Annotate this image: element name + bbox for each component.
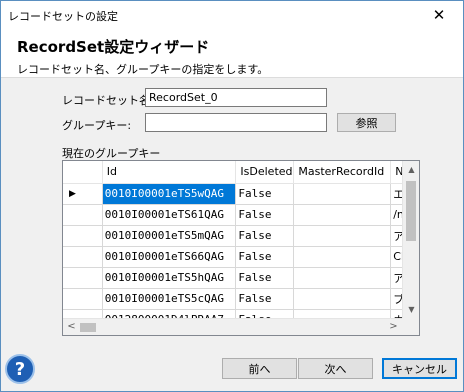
row-selector[interactable] — [63, 267, 103, 289]
row-selector[interactable] — [63, 204, 103, 226]
cell-isdeleted[interactable]: False — [235, 204, 295, 226]
scroll-down-icon[interactable]: ▼ — [403, 301, 419, 318]
table-row[interactable]: 0010I00001eTS5mQAG False ア — [63, 225, 419, 247]
group-key-grid[interactable]: Id IsDeleted MasterRecordId Na ▶ 0010I00… — [62, 160, 420, 336]
cell-isdeleted[interactable]: False — [235, 225, 295, 247]
horizontal-scrollbar[interactable]: < > — [63, 318, 419, 335]
cell-id[interactable]: 0010I00001eTS5hQAG — [102, 267, 237, 289]
column-header-id[interactable]: Id — [102, 161, 237, 184]
grid-header-row: Id IsDeleted MasterRecordId Na — [63, 161, 419, 184]
row-selector-icon[interactable]: ▶ — [63, 183, 103, 205]
recordset-name-label: レコードセット名: — [62, 94, 154, 107]
cell-isdeleted[interactable]: False — [235, 246, 295, 268]
cell-isdeleted[interactable]: False — [235, 183, 295, 205]
row-selector[interactable] — [63, 288, 103, 310]
cell-masterrecordid[interactable] — [293, 246, 392, 268]
browse-button[interactable]: 参照 — [337, 113, 396, 132]
group-key-input[interactable] — [145, 113, 327, 132]
title-bar: レコードセットの設定 ✕ — [1, 1, 463, 29]
row-header-corner — [63, 161, 103, 184]
table-row[interactable]: 0010I00001eTS5cQAG False ブ — [63, 288, 419, 310]
row-selector[interactable] — [63, 225, 103, 247]
cell-isdeleted[interactable]: False — [235, 267, 295, 289]
cell-masterrecordid[interactable] — [293, 225, 392, 247]
table-row[interactable]: 0010I00001eTS66QAG False CD — [63, 246, 419, 268]
table-row[interactable]: ▶ 0010I00001eTS5wQAG False エ — [63, 183, 419, 205]
cell-id[interactable]: 0010I00001eTS5cQAG — [102, 288, 237, 310]
close-icon[interactable]: ✕ — [417, 1, 461, 29]
cell-masterrecordid[interactable] — [293, 183, 392, 205]
cell-id[interactable]: 0010I00001eTS5mQAG — [102, 225, 237, 247]
column-header-masterrecordid[interactable]: MasterRecordId — [293, 161, 392, 184]
cell-id[interactable]: 0010I00001eTS61QAG — [102, 204, 237, 226]
current-group-key-label: 現在のグループキー — [62, 147, 161, 160]
wizard-header: RecordSet設定ウィザード レコードセット名、グループキーの指定をします。 — [1, 29, 463, 78]
scrollbar-corner — [402, 318, 419, 335]
horizontal-scroll-thumb[interactable] — [80, 323, 96, 332]
scroll-left-icon[interactable]: < — [63, 319, 80, 335]
cancel-button[interactable]: キャンセル — [382, 358, 457, 379]
cell-masterrecordid[interactable] — [293, 204, 392, 226]
cell-masterrecordid[interactable] — [293, 288, 392, 310]
scroll-right-icon[interactable]: > — [385, 319, 402, 335]
dialog-window: レコードセットの設定 ✕ RecordSet設定ウィザード レコードセット名、グ… — [0, 0, 464, 392]
vertical-scrollbar[interactable]: ▲ ▼ — [402, 161, 419, 318]
cell-id[interactable]: 0010I00001eTS66QAG — [102, 246, 237, 268]
group-key-label: グループキー: — [62, 119, 132, 132]
window-title: レコードセットの設定 — [8, 10, 118, 23]
cell-masterrecordid[interactable] — [293, 267, 392, 289]
wizard-subtitle: レコードセット名、グループキーの指定をします。 — [17, 63, 269, 76]
column-header-isdeleted[interactable]: IsDeleted — [235, 161, 295, 184]
table-row[interactable]: 0010I00001eTS61QAG False /n — [63, 204, 419, 226]
table-row[interactable]: 0010I00001eTS5hQAG False ア — [63, 267, 419, 289]
recordset-name-input[interactable] — [145, 88, 327, 107]
vertical-scroll-thumb[interactable] — [406, 181, 416, 241]
help-icon[interactable]: ? — [5, 354, 35, 384]
wizard-title: RecordSet設定ウィザード — [17, 38, 210, 56]
back-button[interactable]: 前へ — [222, 358, 297, 379]
scroll-up-icon[interactable]: ▲ — [403, 161, 419, 178]
row-selector[interactable] — [63, 246, 103, 268]
next-button[interactable]: 次へ — [298, 358, 373, 379]
cell-isdeleted[interactable]: False — [235, 288, 295, 310]
cell-id[interactable]: 0010I00001eTS5wQAG — [102, 183, 237, 205]
